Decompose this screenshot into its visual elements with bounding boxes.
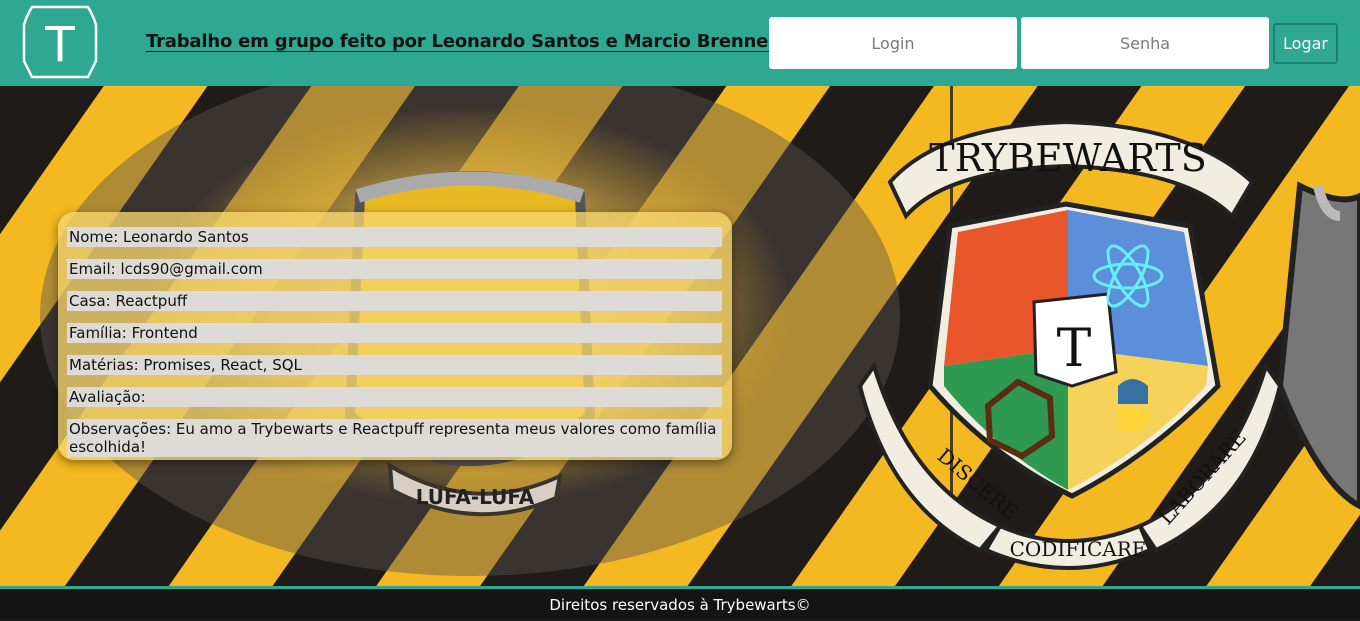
badge-text: LUFA-LUFA <box>416 485 535 509</box>
trybewarts-logo: T <box>22 5 98 79</box>
form-data-nome: Nome: Leonardo Santos <box>67 227 722 247</box>
logar-button[interactable]: Logar <box>1273 23 1338 64</box>
form-data-casa: Casa: Reactpuff <box>67 291 722 311</box>
form-data-familia: Família: Frontend <box>67 323 722 343</box>
crest-center-letter: T <box>1057 319 1092 379</box>
logo-letter: T <box>44 17 75 73</box>
footer: Direitos reservados à Trybewarts© <box>0 589 1360 619</box>
login-input[interactable] <box>769 17 1017 69</box>
form-data-avaliacao: Avaliação: <box>67 387 722 407</box>
crest-banner-text: TRYBEWARTS <box>929 136 1206 180</box>
page-title: Trabalho em grupo feito por Leonardo San… <box>146 31 777 52</box>
form-data-observacoes: Observações: Eu amo a Trybewarts e React… <box>67 419 722 457</box>
form-data-email: Email: lcds90@gmail.com <box>67 259 722 279</box>
crest-motto-codificare: CODIFICARE <box>1010 537 1147 561</box>
header: T Trabalho em grupo feito por Leonardo S… <box>0 0 1360 86</box>
form-data-materias: Matérias: Promises, React, SQL <box>67 355 722 375</box>
form-data-card: Nome: Leonardo Santos Email: lcds90@gmai… <box>58 212 732 460</box>
senha-input[interactable] <box>1021 17 1269 69</box>
